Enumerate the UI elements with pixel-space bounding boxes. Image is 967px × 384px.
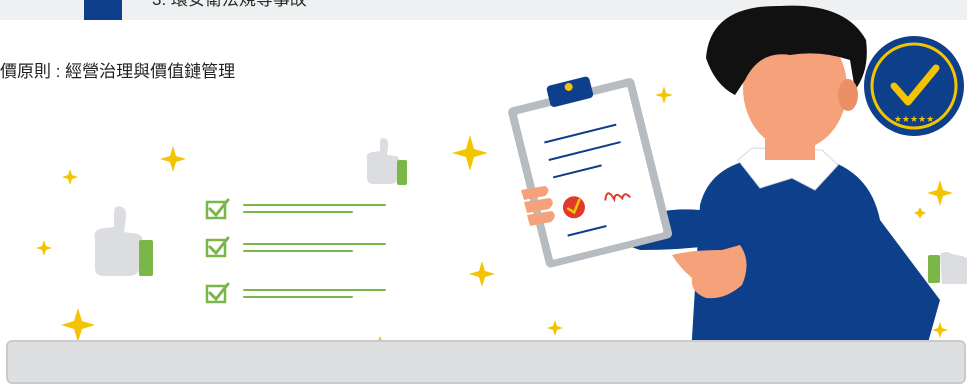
sparkle-icon (914, 207, 926, 219)
sparkle-icon (927, 180, 953, 206)
checklist-icon (205, 198, 386, 304)
sparkle-icon (932, 322, 948, 338)
bottom-panel (6, 340, 966, 384)
quality-badge-icon: ★★★★★ (864, 36, 964, 136)
sparkle-icon (452, 135, 488, 171)
sparkle-icon (61, 308, 95, 342)
thumbs-up-icon (928, 252, 967, 284)
clipboard-icon (508, 76, 673, 268)
thumbs-up-icon (94, 206, 153, 276)
sparkle-icon (62, 169, 78, 185)
sparkle-icon (655, 86, 673, 104)
thumbs-up-icon (366, 138, 407, 185)
illustration: ★★★★★ (36, 5, 967, 371)
svg-text:★★★★★: ★★★★★ (894, 115, 934, 125)
sparkle-icon (36, 240, 52, 256)
sparkle-icon (160, 146, 186, 172)
sparkle-icon (469, 261, 495, 287)
sparkle-icon (547, 320, 563, 336)
